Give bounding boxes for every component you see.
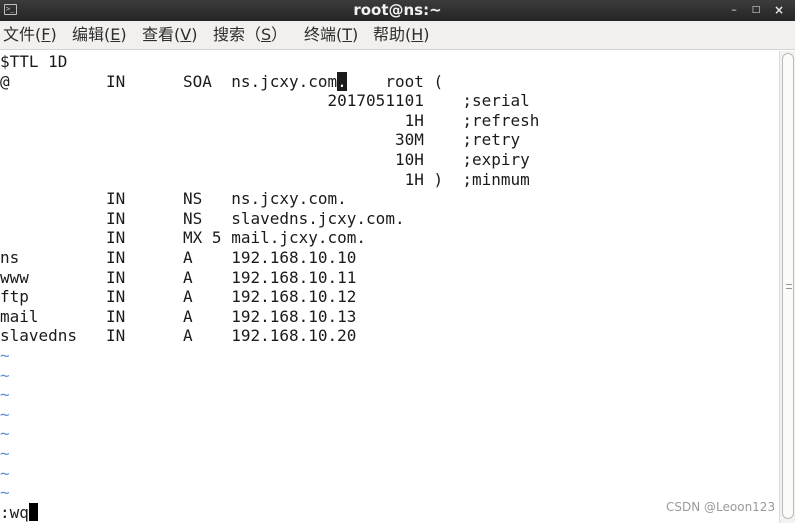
empty-line-marker: ~ [0,346,10,365]
maximize-button[interactable]: □ [748,2,764,18]
zone-line: 10H ;expiry [0,150,530,169]
terminal-window: >_ root@ns:~ – □ × 文件(F) 编辑(E) 查看(V) 搜索（… [0,0,795,523]
zone-line-text: root ( [346,71,444,91]
menu-file[interactable]: 文件(F) [3,24,57,46]
zone-line: $TTL 1D [0,52,68,71]
zone-line: IN NS slavedns.jcxy.com. [0,208,405,228]
text-cursor: . [337,71,347,91]
zone-line: IN MX 5 mail.jcxy.com. [0,228,367,248]
terminal-content[interactable]: $TTL 1D @ IN SOA ns.jcxy.com. root ( 201… [0,51,779,523]
menu-help[interactable]: 帮助(H) [373,24,430,46]
menu-terminal[interactable]: 终端(T) [304,24,358,46]
zone-line: 30M ;retry [0,130,521,150]
empty-line-marker: ~ [0,483,10,503]
command-line[interactable]: :wq [0,503,38,523]
empty-line-marker: ~ [0,385,10,405]
command-text: :wq [0,503,29,522]
grip-icon [786,284,792,289]
menu-edit[interactable]: 编辑(E) [72,24,127,46]
zone-line: mail IN A 192.168.10.13 [0,306,357,326]
zone-line-text: @ IN SOA ns.jcxy.com [0,71,338,91]
zone-line: IN NS ns.jcxy.com. [0,189,347,209]
empty-line-marker: ~ [0,463,10,483]
watermark: CSDN @Leoon123 [666,500,776,514]
zone-line: @ IN SOA ns.jcxy.com. root ( [0,71,444,92]
close-button[interactable]: × [771,2,787,18]
zone-line: 2017051101 ;serial [0,91,530,111]
menu-bar: 文件(F) 编辑(E) 查看(V) 搜索（S） 终端(T) 帮助(H) [0,21,795,50]
zone-line: ftp IN A 192.168.10.12 [0,287,357,307]
zone-line: slavedns IN A 192.168.10.20 [0,326,357,346]
command-cursor [28,503,38,521]
minimize-button[interactable]: – [726,2,742,18]
empty-line-marker: ~ [0,444,10,463]
window-title: root@ns:~ [353,1,442,19]
zone-line: 1H ;refresh [0,110,540,130]
empty-line-marker: ~ [0,424,10,444]
zone-line: 1H ) ;minmum [0,169,530,189]
vertical-scrollbar[interactable] [779,51,795,523]
empty-line-marker: ~ [0,365,10,385]
zone-line: ns IN A 192.168.10.10 [0,248,357,267]
menu-search[interactable]: 搜索（S） [213,24,287,46]
title-bar[interactable]: >_ root@ns:~ – □ × [0,0,795,21]
zone-line: www IN A 192.168.10.11 [0,267,357,287]
scrollbar-thumb[interactable] [782,53,794,519]
menu-view[interactable]: 查看(V) [142,24,197,46]
empty-line-marker: ~ [0,404,10,424]
